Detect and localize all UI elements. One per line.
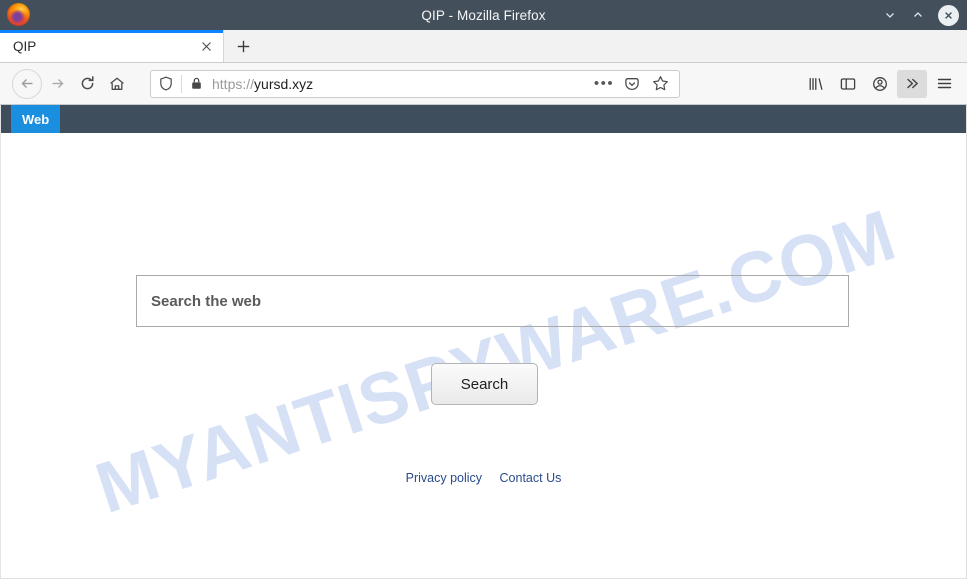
overflow-menu-button[interactable] bbox=[897, 69, 927, 98]
sidebar-icon[interactable] bbox=[833, 70, 863, 98]
identity-separator bbox=[181, 74, 182, 93]
url-scheme: https:// bbox=[212, 75, 255, 92]
minimize-button[interactable] bbox=[882, 7, 898, 23]
site-tab-web[interactable]: Web bbox=[11, 105, 61, 133]
contact-us-link[interactable]: Contact Us bbox=[500, 471, 562, 485]
window-titlebar: QIP - Mozilla Firefox bbox=[0, 0, 967, 30]
browser-tab[interactable]: QIP bbox=[0, 30, 224, 62]
url-bar[interactable]: https://yursd.xyz ••• bbox=[150, 69, 680, 98]
identity-box[interactable] bbox=[151, 74, 203, 93]
page-viewport: Web MYANTISPYWARE.COM Search Privacy pol… bbox=[0, 105, 967, 579]
tab-close-icon[interactable] bbox=[193, 33, 219, 59]
close-button[interactable] bbox=[938, 4, 959, 26]
window-title: QIP - Mozilla Firefox bbox=[421, 7, 546, 23]
new-tab-button[interactable] bbox=[224, 30, 262, 62]
reload-button[interactable] bbox=[72, 69, 102, 99]
star-icon[interactable] bbox=[647, 72, 673, 96]
library-icon[interactable] bbox=[801, 70, 831, 98]
navigation-toolbar: https://yursd.xyz ••• bbox=[0, 63, 967, 105]
tab-title: QIP bbox=[13, 38, 37, 54]
site-body: MYANTISPYWARE.COM Search Privacy policy … bbox=[1, 133, 966, 577]
footer-links: Privacy policy Contact Us bbox=[1, 471, 966, 485]
search-button[interactable]: Search bbox=[431, 363, 538, 405]
privacy-policy-link[interactable]: Privacy policy bbox=[406, 471, 482, 485]
pocket-icon[interactable] bbox=[619, 72, 645, 96]
home-button[interactable] bbox=[102, 69, 132, 99]
forward-button[interactable] bbox=[42, 69, 72, 99]
page-actions-icon[interactable]: ••• bbox=[591, 72, 617, 96]
site-header-bar: Web bbox=[1, 105, 966, 133]
hamburger-menu-button[interactable] bbox=[929, 70, 959, 98]
url-host: yursd.xyz bbox=[254, 75, 314, 92]
url-text[interactable]: https://yursd.xyz bbox=[203, 76, 591, 92]
shield-icon[interactable] bbox=[159, 76, 173, 91]
search-box[interactable] bbox=[136, 275, 849, 327]
search-input[interactable] bbox=[137, 276, 848, 326]
firefox-logo bbox=[7, 3, 30, 26]
tab-strip: QIP bbox=[0, 30, 967, 63]
maximize-button[interactable] bbox=[910, 7, 926, 23]
window-controls bbox=[882, 0, 959, 30]
back-button[interactable] bbox=[12, 68, 42, 99]
watermark-text: MYANTISPYWARE.COM bbox=[86, 195, 906, 529]
url-actions: ••• bbox=[591, 72, 679, 96]
padlock-icon[interactable] bbox=[190, 76, 203, 91]
account-icon[interactable] bbox=[865, 70, 895, 98]
toolbar-right-buttons bbox=[801, 69, 959, 98]
